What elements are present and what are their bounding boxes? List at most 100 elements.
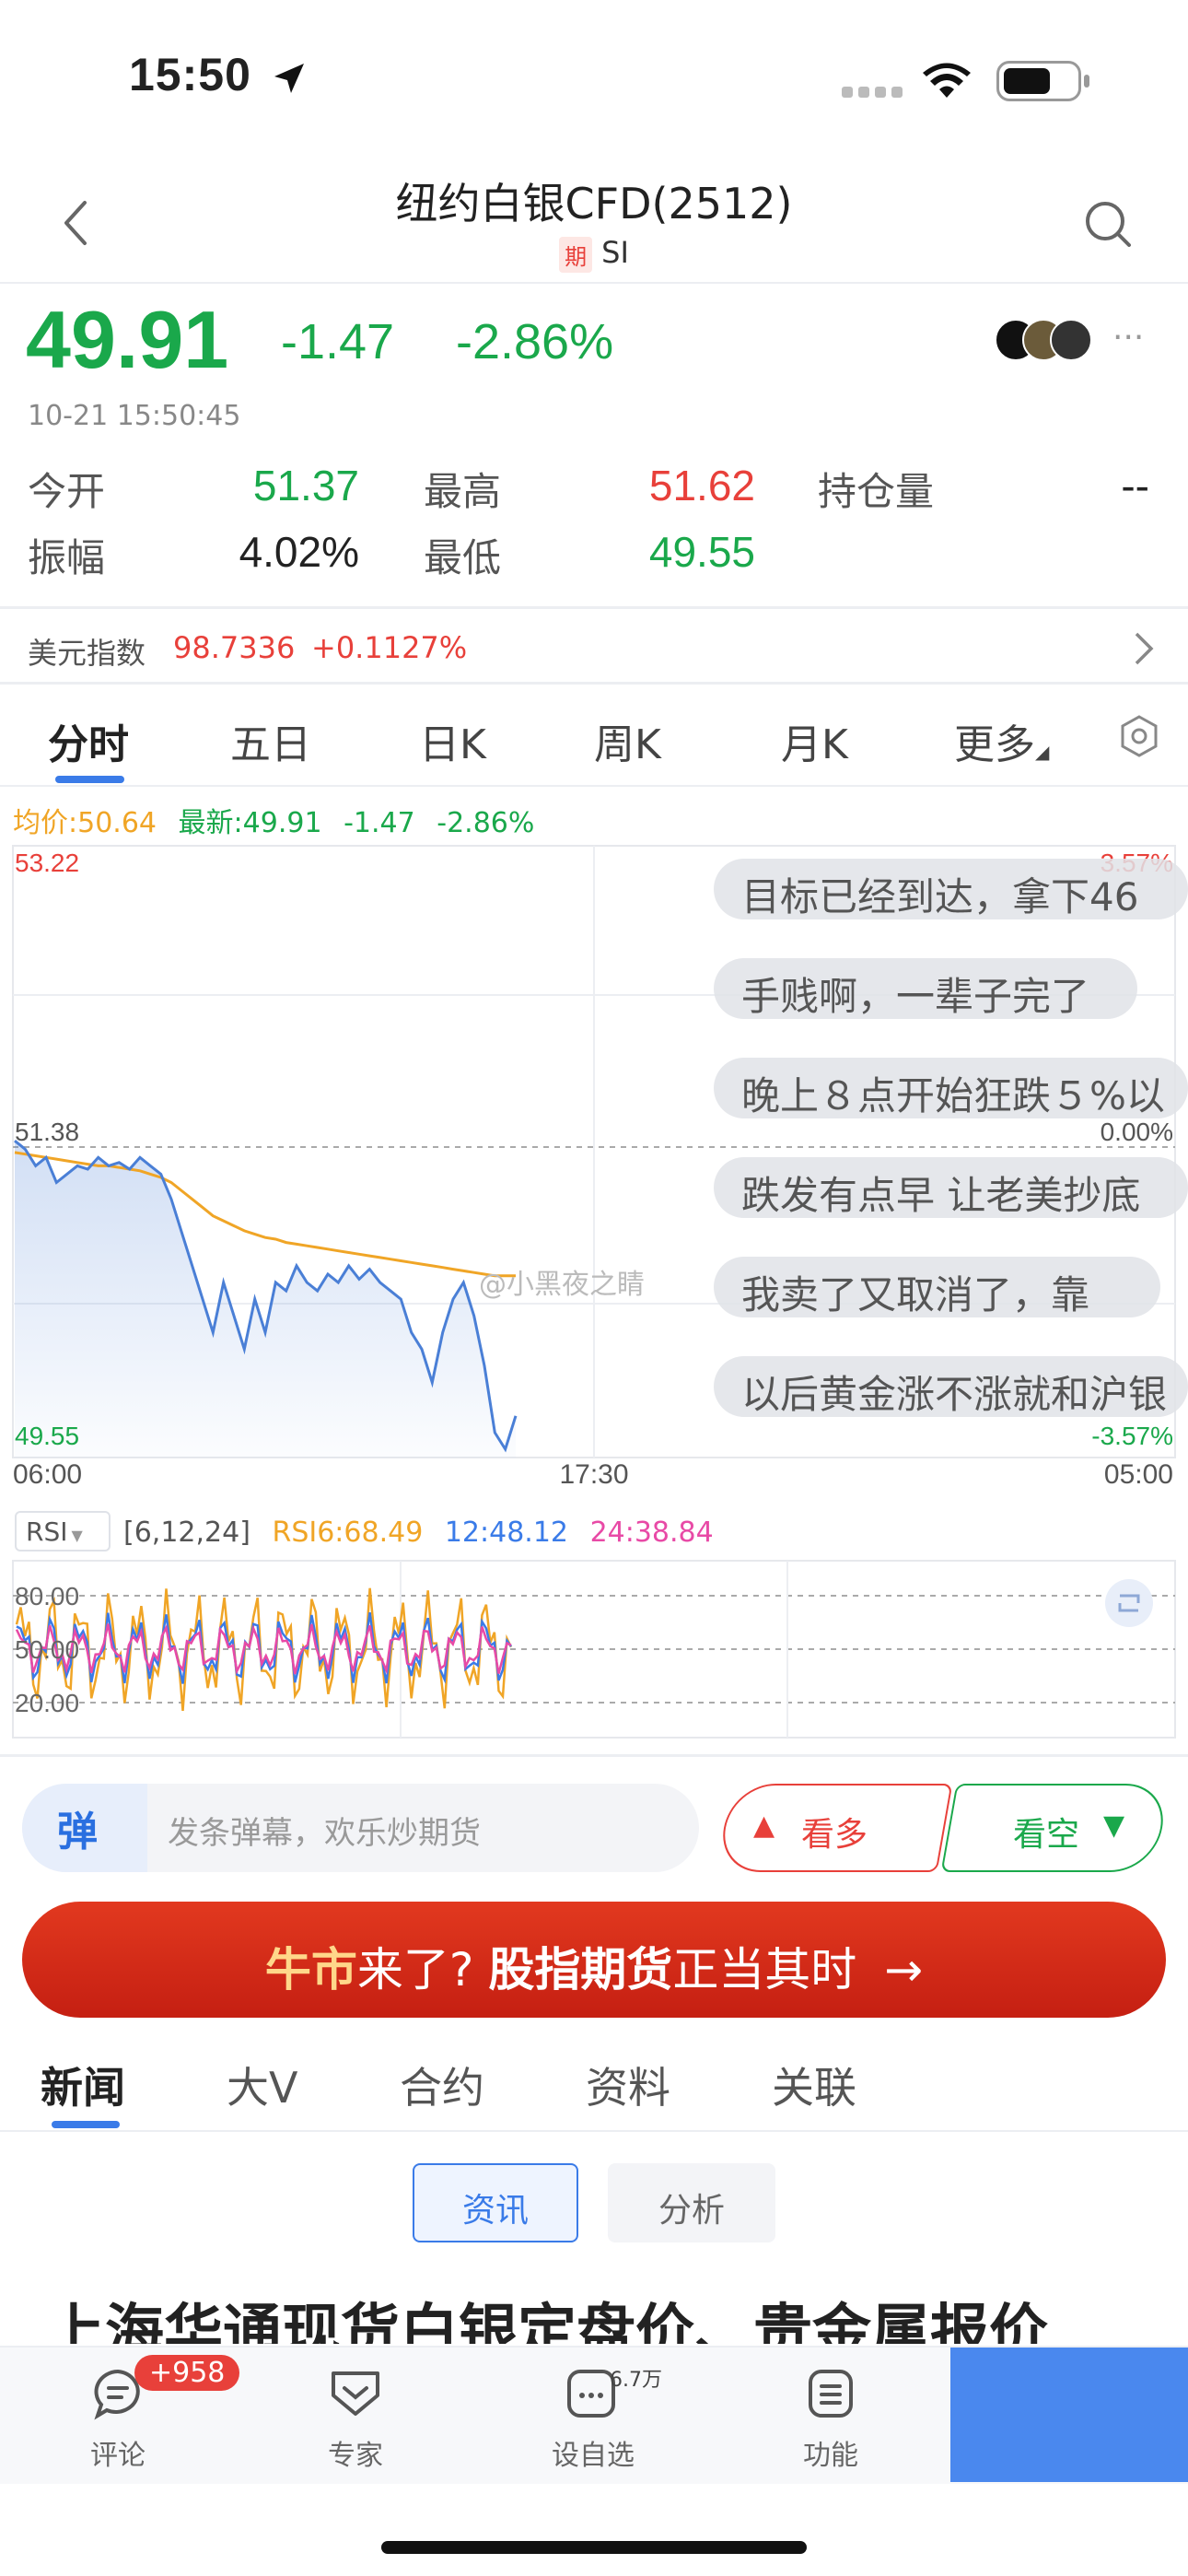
search-icon[interactable] bbox=[1083, 199, 1133, 249]
location-arrow-icon bbox=[274, 63, 304, 93]
danmu-badge-icon: 弹 bbox=[57, 1809, 98, 1856]
watermark: @小黑夜之睛 bbox=[479, 1269, 645, 1301]
wifi-icon bbox=[923, 63, 971, 98]
last-price: 49.91 bbox=[26, 294, 229, 385]
danmu-placeholder: 发条弹幕，欢乐炒期货 bbox=[168, 1815, 481, 1852]
chart-info-line: 均价:50.64 最新:49.91 -1.47 -2.86% bbox=[13, 800, 534, 840]
triangle-up-icon: ▲ bbox=[753, 1809, 775, 1842]
bull-button-label: 看多 bbox=[801, 1816, 868, 1854]
symbol-code: SI bbox=[601, 235, 629, 270]
latest-price: 最新:49.91 bbox=[178, 807, 322, 839]
tab-five-day[interactable]: 五日 bbox=[230, 711, 311, 770]
banner-part2: 来了? bbox=[356, 1943, 474, 1996]
high-value: 51.62 bbox=[648, 462, 755, 509]
rsi-selector[interactable]: RSI ▼ bbox=[15, 1511, 111, 1551]
x-start-label: 06:00 bbox=[13, 1459, 82, 1490]
tab-monthly-k[interactable]: 月K bbox=[781, 711, 848, 770]
rsi-level-label: 80.00 bbox=[15, 1582, 79, 1610]
futures-tag: 期 bbox=[559, 236, 593, 273]
rsi-selector-label: RSI bbox=[26, 1516, 68, 1547]
watch-count: 6.7万 bbox=[610, 2369, 662, 2392]
y-mid-label: 51.38 bbox=[15, 1118, 79, 1146]
tab-intraday[interactable]: 分时 bbox=[48, 711, 129, 770]
low-value: 49.55 bbox=[648, 528, 755, 576]
watchlist-label: 设自选 bbox=[552, 2440, 635, 2472]
home-indicator bbox=[381, 2541, 807, 2554]
arrow-right-icon: → bbox=[884, 1943, 924, 1996]
more-dots-icon[interactable]: ··· bbox=[1112, 319, 1144, 357]
signal-dots-icon bbox=[842, 87, 903, 98]
tab-underline bbox=[55, 776, 124, 783]
expert-icon[interactable] bbox=[328, 2366, 383, 2421]
latest-change: -1.47 bbox=[344, 807, 415, 839]
x-end-label: 05:00 bbox=[1104, 1459, 1173, 1490]
tab-bigv[interactable]: 大V bbox=[227, 2055, 297, 2115]
pct-mid-label: 0.00% bbox=[1101, 1118, 1173, 1146]
danmu-bubble[interactable]: 手贱啊，一辈子完了 bbox=[714, 958, 1137, 1019]
tab-more[interactable]: 更多◢ bbox=[954, 711, 1049, 770]
rsi-values: [6,12,24] RSI6:68.49 12:48.12 24:38.84 bbox=[123, 1516, 714, 1549]
avatar bbox=[1050, 319, 1092, 361]
dxy-change: +0.1127% bbox=[311, 630, 468, 665]
dxy-label[interactable]: 美元指数 bbox=[28, 630, 146, 673]
page-title: 纽约白银CFD(2512) bbox=[395, 179, 793, 228]
bear-button-label: 看空 bbox=[1013, 1816, 1080, 1854]
comment-count-badge: +958 bbox=[134, 2355, 240, 2391]
danmu-bubble[interactable]: 晚上８点开始狂跌５%以 bbox=[714, 1058, 1188, 1118]
trade-button[interactable] bbox=[950, 2348, 1188, 2482]
banner-part4: 正当其时 bbox=[672, 1943, 857, 1996]
danmu-bubble[interactable]: 目标已经到达，拿下46 bbox=[714, 859, 1188, 919]
rsi-params: [6,12,24] bbox=[123, 1516, 250, 1549]
symbol-subtitle: 期 SI bbox=[0, 235, 1188, 273]
caret-down-icon: ◢ bbox=[1035, 741, 1050, 763]
amplitude-label: 振幅 bbox=[28, 535, 106, 580]
promo-banner-text: 牛市来了? 股指期货正当其时 → bbox=[0, 1933, 1188, 1999]
banner-part3: 股指期货 bbox=[488, 1943, 673, 1996]
price-change-pct: -2.86% bbox=[456, 314, 614, 369]
pct-bottom-label: -3.57% bbox=[1091, 1422, 1173, 1450]
status-time: 15:50 bbox=[129, 48, 308, 101]
y-bottom-label: 49.55 bbox=[15, 1422, 79, 1450]
open-interest-label: 持仓量 bbox=[818, 469, 935, 514]
dxy-value: 98.7336 bbox=[173, 630, 296, 665]
settings-hex-icon[interactable] bbox=[1116, 713, 1162, 759]
latest-change-pct: -2.86% bbox=[437, 807, 535, 839]
news-headline[interactable]: 上海华通现货白银定盘价、贵金属报价 bbox=[46, 2285, 1188, 2344]
rsi-chart[interactable]: 80.00 50.00 20.00 bbox=[0, 1557, 1188, 1741]
x-mid-label: 17:30 bbox=[559, 1459, 628, 1490]
chevron-right-icon[interactable] bbox=[1131, 630, 1157, 667]
danmu-bubble[interactable]: 跌发有点早 让老美抄底 bbox=[714, 1157, 1188, 1218]
comment-label: 评论 bbox=[90, 2440, 146, 2472]
quote-time: 10-21 15:50:45 bbox=[28, 400, 241, 432]
tab-related[interactable]: 关联 bbox=[772, 2055, 856, 2115]
rsi-level-label: 50.00 bbox=[15, 1635, 79, 1664]
tab-more-label: 更多 bbox=[954, 721, 1035, 768]
open-value: 51.37 bbox=[252, 462, 359, 509]
tab-weekly-k[interactable]: 周K bbox=[594, 711, 661, 770]
triangle-down-icon: ▼ bbox=[1103, 1809, 1125, 1842]
high-label: 最高 bbox=[424, 469, 502, 514]
battery-icon bbox=[996, 61, 1089, 101]
y-top-label: 53.22 bbox=[15, 849, 79, 877]
open-label: 今开 bbox=[28, 469, 106, 514]
functions-icon[interactable] bbox=[803, 2366, 858, 2421]
tab-profile[interactable]: 资料 bbox=[586, 2055, 670, 2115]
amplitude-value: 4.02% bbox=[239, 528, 359, 576]
tab-contract[interactable]: 合约 bbox=[400, 2055, 484, 2115]
expand-icon[interactable] bbox=[1105, 1579, 1153, 1627]
rsi24-value: 24:38.84 bbox=[589, 1516, 714, 1549]
tab-daily-k[interactable]: 日K bbox=[419, 711, 486, 770]
danmu-bubble[interactable]: 以后黄金涨不涨就和沪银 bbox=[714, 1356, 1188, 1417]
avg-price: 均价:50.64 bbox=[13, 807, 157, 839]
pill-analysis-label: 分析 bbox=[658, 2192, 725, 2230]
rsi6-value: RSI6:68.49 bbox=[272, 1516, 424, 1549]
price-change: -1.47 bbox=[281, 314, 395, 369]
expert-label: 专家 bbox=[328, 2440, 383, 2472]
rsi12-value: 12:48.12 bbox=[444, 1516, 569, 1549]
rsi-level-label: 20.00 bbox=[15, 1689, 79, 1717]
price-area bbox=[15, 1141, 516, 1458]
danmu-bubble[interactable]: 我卖了又取消了，靠 bbox=[714, 1257, 1160, 1317]
tab-news[interactable]: 新闻 bbox=[41, 2055, 125, 2115]
caret-down-icon: ▼ bbox=[71, 1527, 83, 1544]
functions-label: 功能 bbox=[803, 2440, 858, 2472]
